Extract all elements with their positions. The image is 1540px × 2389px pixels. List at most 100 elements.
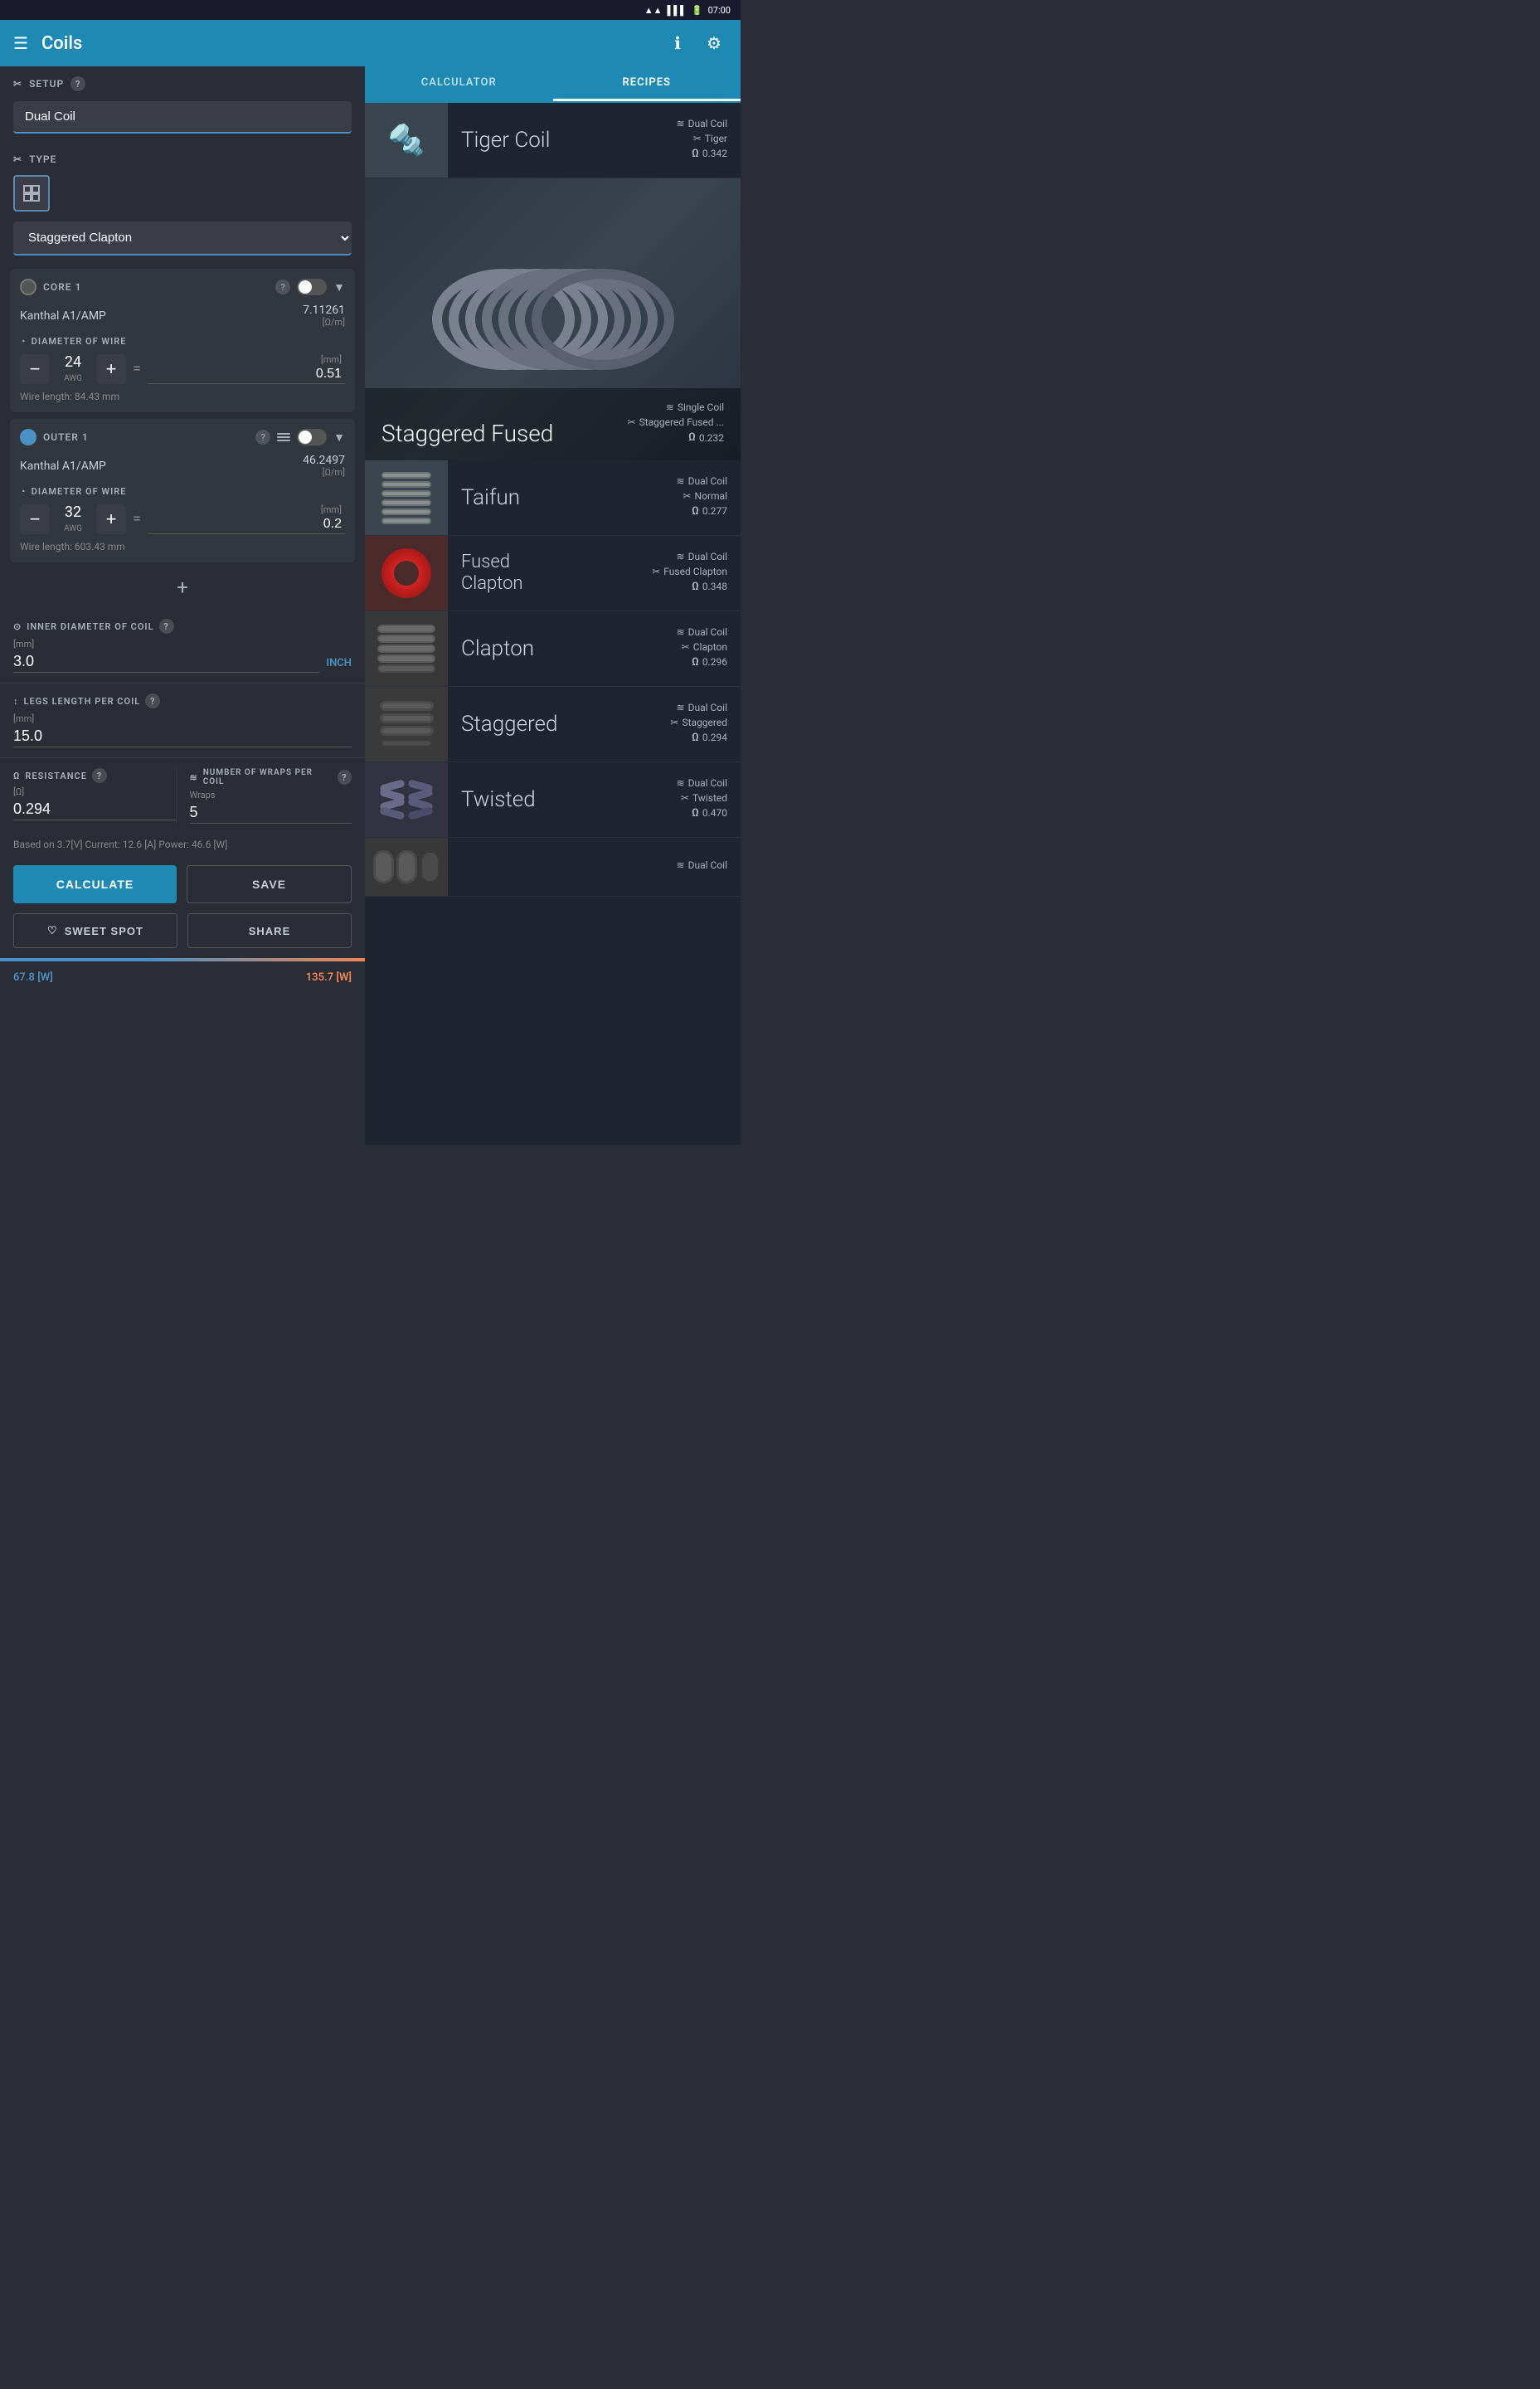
wiretype-icon-3: ✂ bbox=[652, 566, 660, 577]
recipe-large-name-1: Staggered Fused bbox=[381, 420, 553, 447]
coiltype-icon-4: ≋ bbox=[677, 626, 685, 638]
recipe-wiretype-0: ✂ Tiger bbox=[677, 133, 727, 144]
core1-wire-length: Wire length: 84.43 mm bbox=[20, 391, 345, 402]
legs-input[interactable] bbox=[13, 726, 352, 747]
wraps-unit: Wraps bbox=[190, 790, 352, 800]
recipe-coiltype-0: ≋ Dual Coil bbox=[677, 118, 727, 129]
setup-icon: ✂ bbox=[13, 78, 22, 90]
core1-awg-unit: AWG bbox=[64, 374, 82, 383]
wraps-help[interactable]: ? bbox=[338, 770, 352, 785]
outer1-material[interactable]: Kanthal A1/AMP bbox=[20, 460, 106, 473]
core1-header: CORE 1 ? ▼ bbox=[20, 279, 345, 295]
outer1-resistance: 46.2497 [Ω/m] bbox=[303, 454, 345, 478]
menu-icon[interactable]: ☰ bbox=[13, 33, 28, 53]
outer1-chevron[interactable]: ▼ bbox=[333, 431, 345, 445]
core1-toggle[interactable] bbox=[20, 279, 36, 295]
share-button[interactable]: SHARE bbox=[187, 913, 352, 948]
list-item[interactable]: Clapton ≋ Dual Coil ✂ Clapton Ω 0.296 bbox=[365, 611, 741, 687]
tab-calculator[interactable]: CALCULATOR bbox=[365, 66, 553, 101]
wifi-icon: ▲▲ bbox=[644, 5, 663, 16]
core1-help[interactable]: ? bbox=[275, 280, 290, 294]
recipe-thumb-0: 🔩 bbox=[365, 103, 448, 178]
info-button[interactable]: ℹ bbox=[664, 30, 691, 56]
type-section-header: ✂ TYPE bbox=[0, 144, 365, 172]
resistance-input[interactable] bbox=[13, 799, 176, 820]
outer1-help[interactable]: ? bbox=[255, 430, 270, 445]
inner-diameter-help[interactable]: ? bbox=[159, 619, 174, 634]
coil-svg-1 bbox=[408, 236, 698, 402]
wraps-icon: ≋ bbox=[190, 772, 198, 783]
outer1-plus-button[interactable]: + bbox=[96, 504, 126, 534]
recipe-name-2: Taifun bbox=[461, 485, 677, 510]
core1-material[interactable]: Kanthal A1/AMP bbox=[20, 309, 106, 323]
outer1-minus-button[interactable]: − bbox=[20, 504, 50, 534]
legs-length-label: ↕ LEGS LENGTH PER COIL ? bbox=[13, 693, 352, 708]
coil-type-select[interactable]: Dual Coil bbox=[13, 101, 352, 134]
recipe-meta-1: ≋ Single Coil ✂ Staggered Fused ... Ω 0.… bbox=[628, 401, 724, 447]
bottom-row: ♡ SWEET SPOT SHARE bbox=[0, 913, 365, 958]
settings-icon: ⚙ bbox=[707, 33, 721, 53]
coiltype-icon-7: ≋ bbox=[677, 859, 685, 871]
outer1-toggle[interactable] bbox=[20, 429, 36, 445]
recipe-meta-0: ≋ Dual Coil ✂ Tiger Ω 0.342 bbox=[677, 118, 727, 163]
outer1-mm-input[interactable] bbox=[148, 515, 345, 534]
inch-label[interactable]: INCH bbox=[326, 639, 352, 673]
inner-diameter-icon: ⊙ bbox=[13, 621, 22, 632]
recipe-thumb-3 bbox=[365, 536, 448, 611]
tab-recipes[interactable]: RECIPES bbox=[553, 66, 741, 101]
legs-help[interactable]: ? bbox=[145, 693, 160, 708]
resistance-col: Ω RESISTANCE ? [Ω] bbox=[13, 768, 176, 824]
outer1-switch[interactable] bbox=[297, 429, 327, 445]
core1-switch[interactable] bbox=[297, 279, 327, 295]
left-panel: ✂ SETUP ? Dual Coil ✂ TYPE Staggered Cla… bbox=[0, 66, 365, 1145]
save-button[interactable]: SAVE bbox=[187, 865, 352, 903]
list-item[interactable]: Twisted ≋ Dual Coil ✂ Twisted Ω 0.470 bbox=[365, 762, 741, 838]
core1-diameter-control: − 24 AWG + = [mm] bbox=[20, 353, 345, 384]
app-bar: ☰ Coils ℹ ⚙ bbox=[0, 20, 741, 66]
core1-equals: = bbox=[133, 360, 141, 377]
core1-resistance-value: 7.11261 bbox=[303, 304, 345, 317]
heart-icon: ♡ bbox=[47, 924, 58, 937]
dual-coil-icon-0: ≋ bbox=[677, 118, 685, 129]
recipe-meta-5: ≋ Dual Coil ✂ Staggered Ω 0.294 bbox=[670, 702, 727, 747]
core1-minus-button[interactable]: − bbox=[20, 354, 50, 384]
wraps-input[interactable] bbox=[190, 802, 352, 824]
list-item[interactable]: Staggered Fused ≋ Single Coil ✂ Staggere… bbox=[365, 178, 741, 460]
list-item[interactable]: 🔩 Tiger Coil ≋ Dual Coil ✂ Tiger Ω 0.342 bbox=[365, 103, 741, 178]
core1-controls: ? ▼ bbox=[275, 279, 345, 295]
info-icon: ℹ bbox=[674, 33, 681, 53]
setup-label: SETUP bbox=[29, 78, 64, 90]
recipe-thumb-2 bbox=[365, 460, 448, 535]
list-item[interactable]: ≋ Dual Coil bbox=[365, 838, 741, 897]
recipe-name-0: Tiger Coil bbox=[461, 128, 677, 153]
legs-unit: [mm] bbox=[13, 713, 352, 724]
main-layout: ✂ SETUP ? Dual Coil ✂ TYPE Staggered Cla… bbox=[0, 66, 741, 1145]
wire-type-icon-0: ✂ bbox=[693, 133, 702, 144]
outer1-awg-display: 32 AWG bbox=[56, 504, 90, 534]
type-grid-icon[interactable] bbox=[13, 175, 50, 212]
calculate-button[interactable]: CALCULATE bbox=[13, 865, 177, 903]
legs-length-row: ↕ LEGS LENGTH PER COIL ? [mm] bbox=[0, 684, 365, 758]
add-wire-button[interactable]: + bbox=[10, 569, 355, 606]
time: 07:00 bbox=[708, 5, 731, 16]
resistance-help[interactable]: ? bbox=[92, 768, 107, 783]
wiretype-icon-2: ✂ bbox=[683, 490, 691, 502]
setup-help[interactable]: ? bbox=[70, 76, 85, 91]
coil-style-select[interactable]: Staggered Clapton bbox=[13, 221, 352, 255]
recipe-meta-2: ≋ Dual Coil ✂ Normal Ω 0.277 bbox=[677, 475, 727, 521]
inner-diameter-input[interactable] bbox=[13, 651, 319, 673]
sweet-spot-button[interactable]: ♡ SWEET SPOT bbox=[13, 913, 177, 948]
recipe-info-7: ≋ Dual Coil bbox=[448, 838, 741, 896]
core1-plus-button[interactable]: + bbox=[96, 354, 126, 384]
list-item[interactable]: FusedClapton ≋ Dual Coil ✂ Fused Clapton… bbox=[365, 536, 741, 611]
setup-section-header: ✂ SETUP ? bbox=[0, 66, 365, 98]
right-panel: CALCULATOR RECIPES 🔩 Tiger Coil ≋ Dual C… bbox=[365, 66, 741, 1145]
core1-mm-input[interactable] bbox=[148, 365, 345, 384]
core1-chevron[interactable]: ▼ bbox=[333, 280, 345, 294]
recipe-thumb-7 bbox=[365, 838, 448, 896]
list-item[interactable]: Staggered ≋ Dual Coil ✂ Staggered Ω 0.29… bbox=[365, 687, 741, 762]
settings-button[interactable]: ⚙ bbox=[701, 30, 727, 56]
list-item[interactable]: Taifun ≋ Dual Coil ✂ Normal Ω 0.277 bbox=[365, 460, 741, 536]
power-info: Based on 3.7[V] Current: 12.6 [A] Power:… bbox=[0, 834, 365, 855]
type-label: TYPE bbox=[29, 153, 56, 165]
